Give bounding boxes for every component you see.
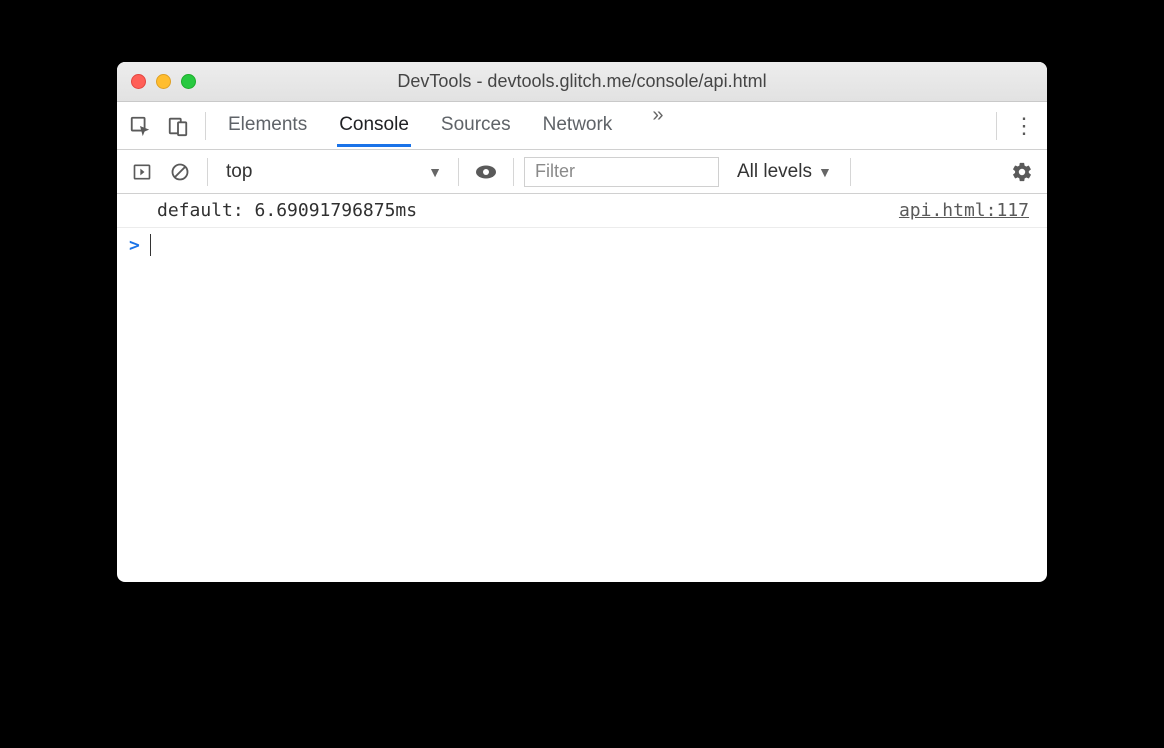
window-title: DevTools - devtools.glitch.me/console/ap… bbox=[131, 71, 1033, 92]
live-expression-icon[interactable] bbox=[469, 155, 503, 189]
separator bbox=[207, 158, 208, 186]
chevron-down-icon: ▼ bbox=[818, 164, 832, 180]
panel-tabs: Elements Console Sources Network » bbox=[226, 104, 986, 147]
minimize-window-button[interactable] bbox=[156, 74, 171, 89]
console-prompt[interactable]: > bbox=[117, 228, 1047, 262]
tab-elements[interactable]: Elements bbox=[226, 104, 309, 147]
log-source-link[interactable]: api.html:117 bbox=[899, 200, 1029, 221]
close-window-button[interactable] bbox=[131, 74, 146, 89]
tab-network[interactable]: Network bbox=[541, 104, 615, 147]
filter-input[interactable] bbox=[524, 157, 719, 187]
console-output: default: 6.69091796875ms api.html:117 > bbox=[117, 194, 1047, 582]
devtools-window: DevTools - devtools.glitch.me/console/ap… bbox=[117, 62, 1047, 582]
separator bbox=[458, 158, 459, 186]
inspect-element-icon[interactable] bbox=[123, 109, 157, 143]
context-selector[interactable]: top ▼ bbox=[218, 161, 448, 183]
main-tabbar: Elements Console Sources Network » ⋮ bbox=[117, 102, 1047, 150]
console-toolbar: top ▼ All levels ▼ bbox=[117, 150, 1047, 194]
separator bbox=[205, 112, 206, 140]
prompt-chevron-icon: > bbox=[129, 235, 140, 256]
log-row: default: 6.69091796875ms api.html:117 bbox=[117, 194, 1047, 228]
tab-sources[interactable]: Sources bbox=[439, 104, 513, 147]
tab-console[interactable]: Console bbox=[337, 104, 411, 147]
console-settings-icon[interactable] bbox=[1005, 155, 1039, 189]
settings-menu-icon[interactable]: ⋮ bbox=[1007, 109, 1041, 143]
chevron-down-icon: ▼ bbox=[428, 164, 442, 180]
separator bbox=[513, 158, 514, 186]
device-toolbar-icon[interactable] bbox=[161, 109, 195, 143]
more-tabs-icon[interactable]: » bbox=[642, 104, 673, 147]
text-cursor bbox=[150, 234, 151, 256]
toggle-sidebar-icon[interactable] bbox=[125, 155, 159, 189]
log-levels-selector[interactable]: All levels ▼ bbox=[737, 161, 832, 183]
context-label: top bbox=[226, 161, 252, 183]
maximize-window-button[interactable] bbox=[181, 74, 196, 89]
separator bbox=[996, 112, 997, 140]
separator bbox=[850, 158, 851, 186]
traffic-lights bbox=[131, 74, 196, 89]
clear-console-icon[interactable] bbox=[163, 155, 197, 189]
log-message: default: 6.69091796875ms bbox=[157, 200, 417, 221]
levels-label: All levels bbox=[737, 161, 812, 183]
window-titlebar: DevTools - devtools.glitch.me/console/ap… bbox=[117, 62, 1047, 102]
